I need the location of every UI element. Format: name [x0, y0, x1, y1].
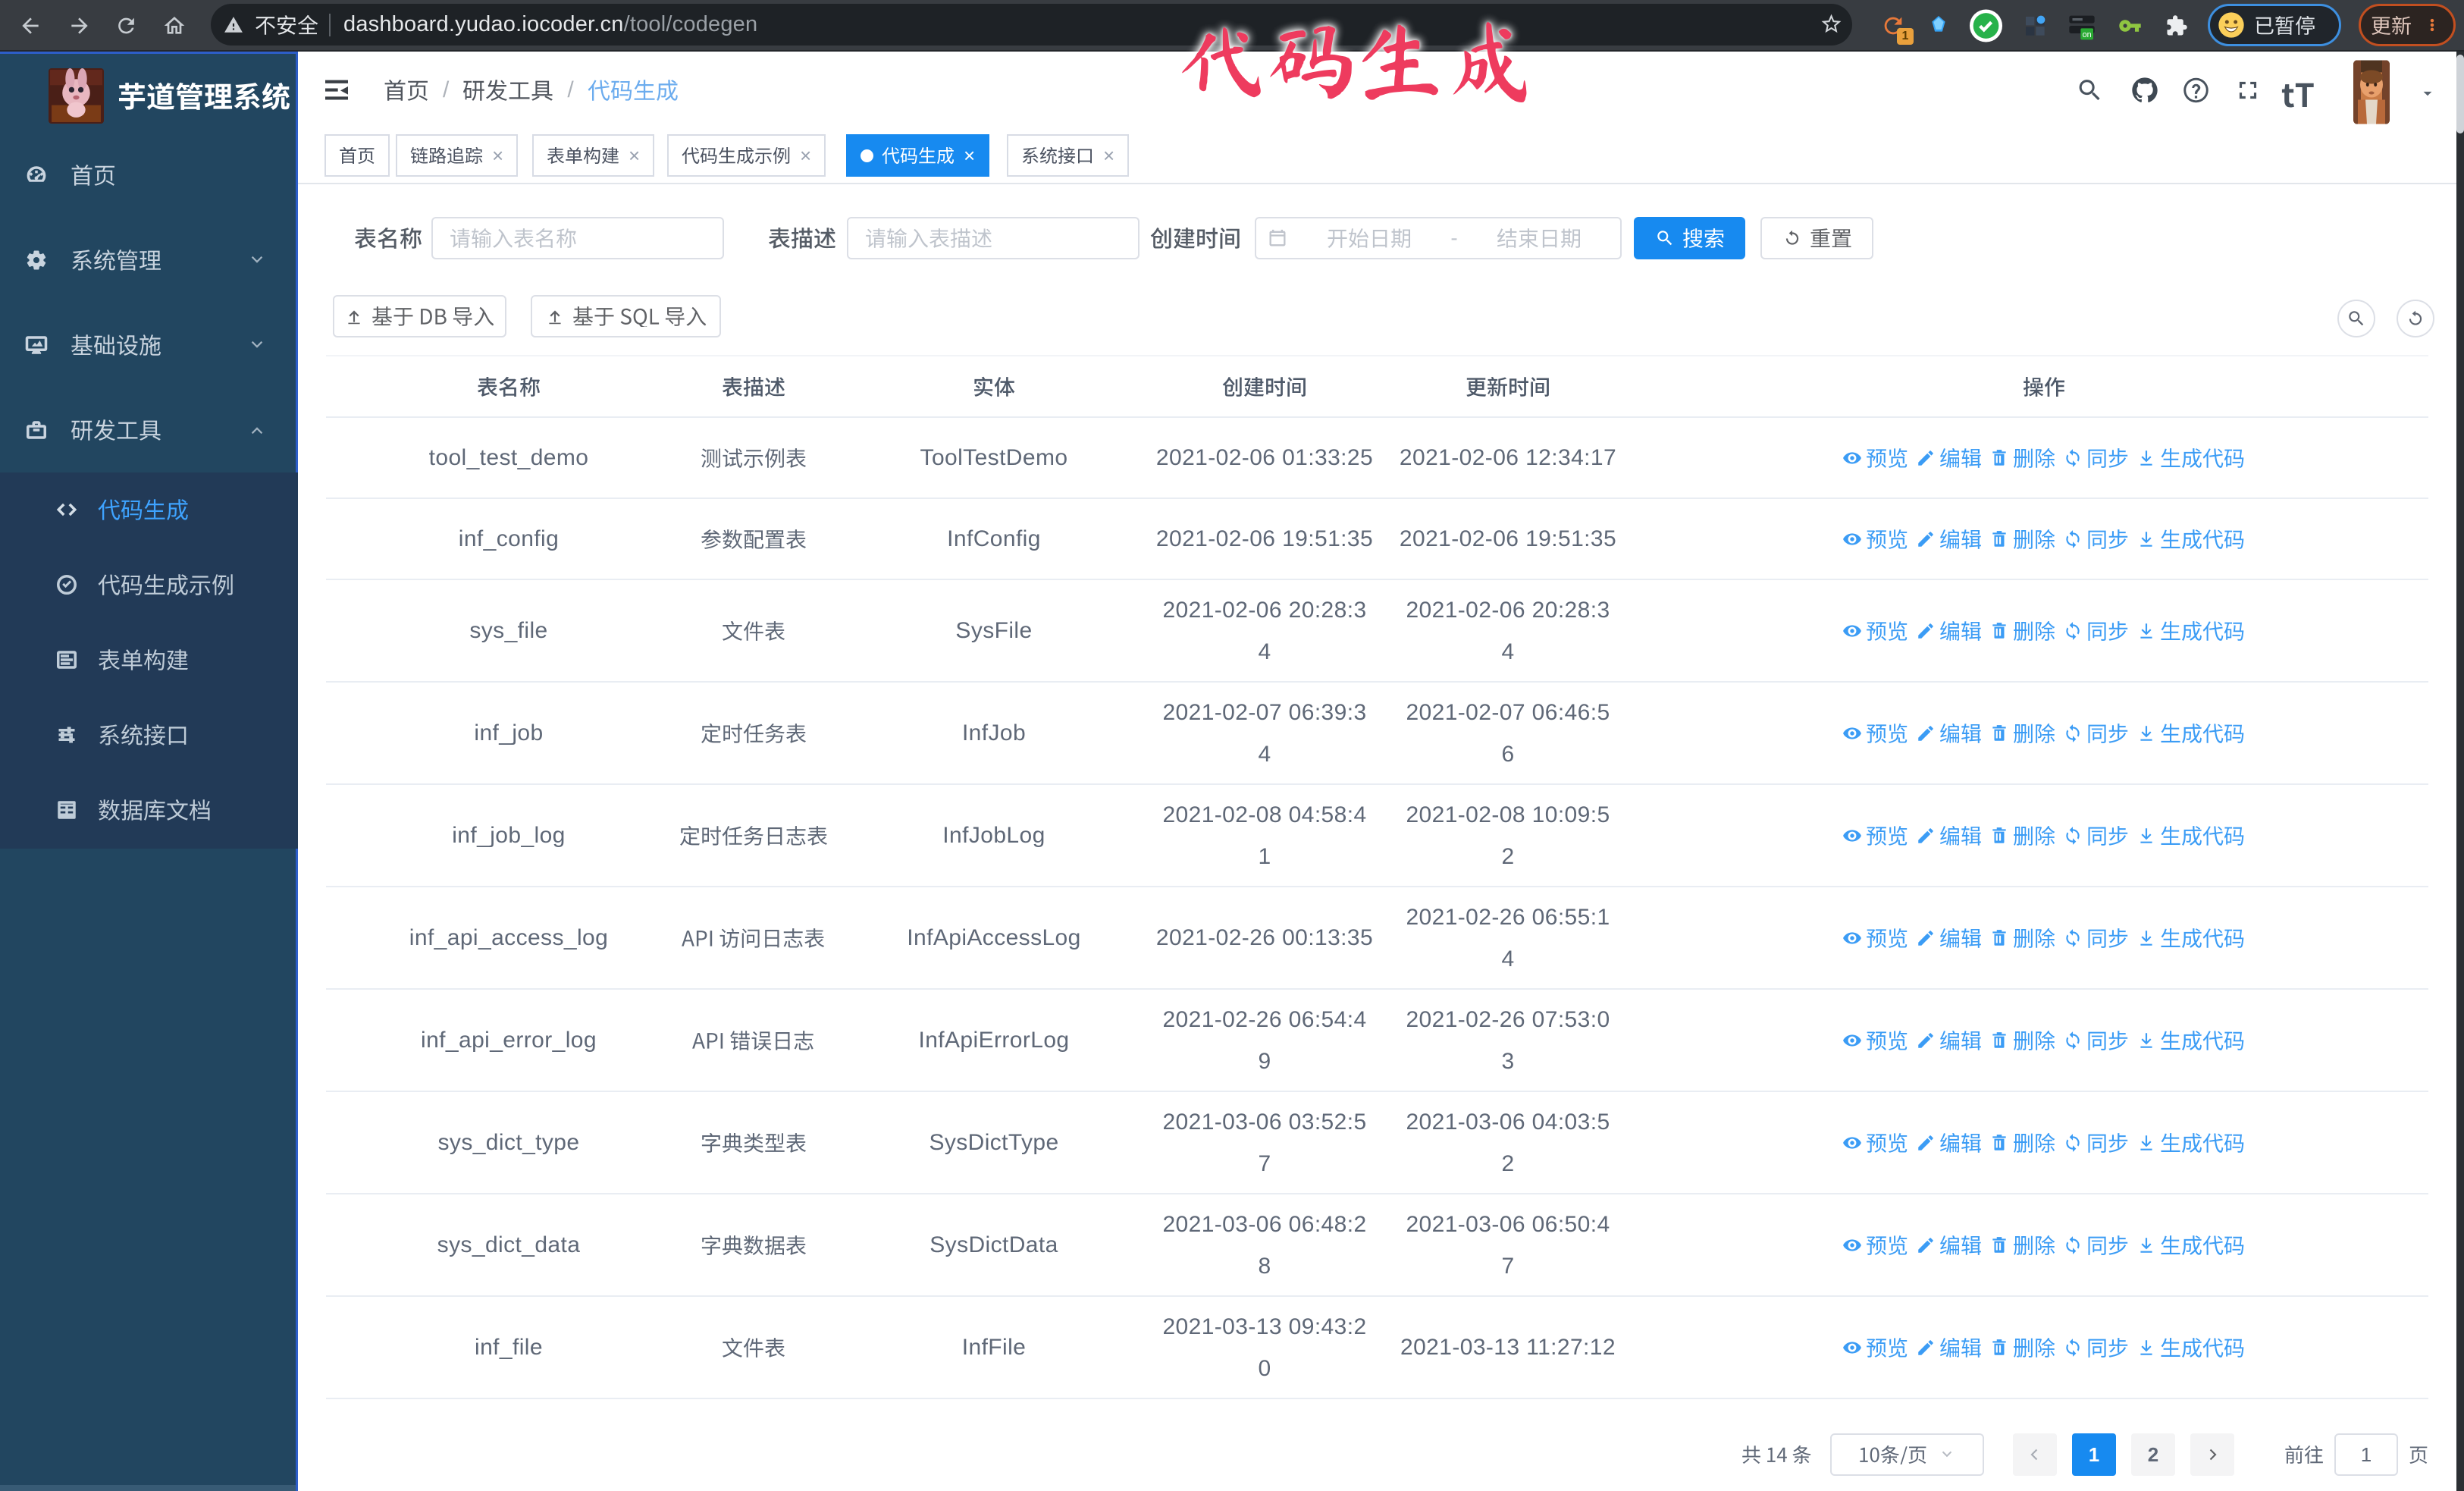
svg-text:on: on: [2083, 30, 2092, 39]
